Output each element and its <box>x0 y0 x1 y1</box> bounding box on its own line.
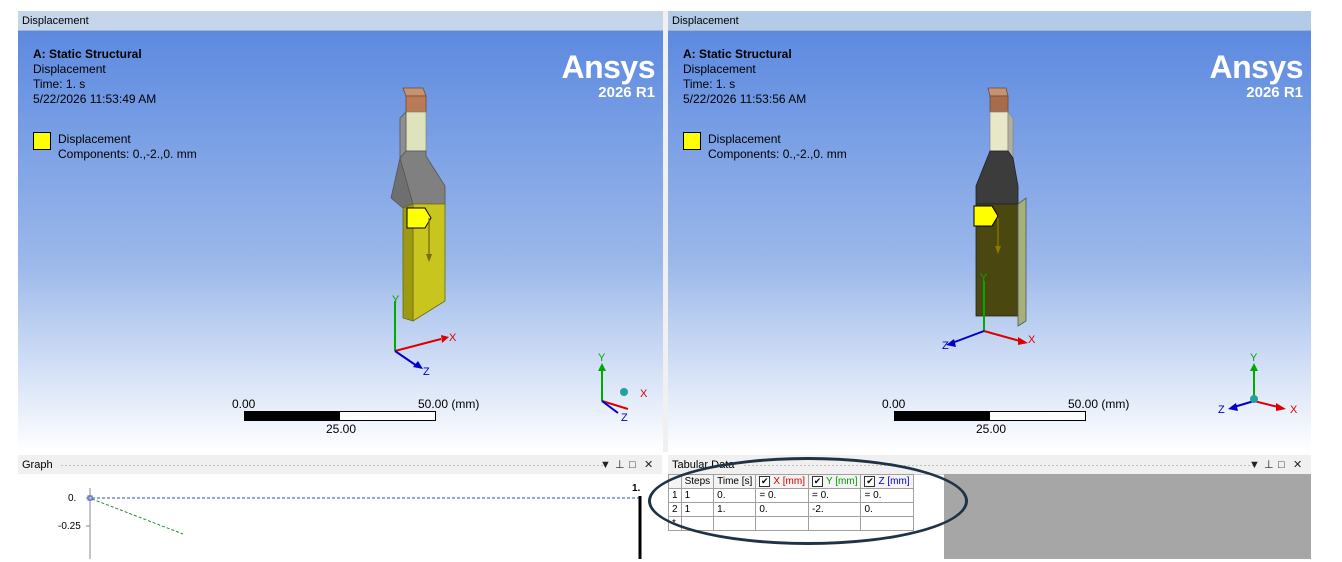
left-corner-triad[interactable]: Y X Z <box>588 353 658 423</box>
right-scale-mid: 25.00 <box>976 422 1007 436</box>
right-legend: Displacement Components: 0.,-2.,0. mm <box>708 132 847 162</box>
left-bottle-neck <box>405 111 427 152</box>
left-pane-title: Displacement <box>18 11 663 31</box>
right-corner-x-axis <box>1253 400 1279 408</box>
graph-close-icon[interactable]: ✕ <box>644 455 653 475</box>
graph-pin-icon[interactable]: ⊥ <box>615 455 625 475</box>
right-scale-bar: 0.00 50.00 (mm) 25.00 <box>882 397 1142 437</box>
left-legend-swatch <box>33 132 51 150</box>
right-corner-x-label: X <box>1290 404 1298 416</box>
left-model-y-label: Y <box>392 294 400 306</box>
left-bottle-cap-front <box>405 95 427 113</box>
right-model-z-axis <box>951 330 985 344</box>
right-info-block: A: Static Structural Displacement Time: … <box>683 47 806 107</box>
right-model-x-arrow <box>1018 337 1028 345</box>
right-model-z-label: Z <box>942 340 949 352</box>
right-graphics-viewport[interactable]: A: Static Structural Displacement Time: … <box>668 31 1311 452</box>
right-bottle-cap <box>987 87 1009 97</box>
left-result-name: Displacement <box>33 62 106 76</box>
left-corner-y-arrow <box>598 363 606 371</box>
right-corner-y-arrow <box>1250 363 1258 371</box>
left-corner-origin <box>620 388 628 396</box>
left-analysis-name: A: Static Structural <box>33 47 142 61</box>
right-legend-swatch <box>683 132 701 150</box>
tabular-close-icon[interactable]: ✕ <box>1293 455 1302 475</box>
left-scale-max: 50.00 (mm) <box>418 397 480 411</box>
left-scale-track <box>244 411 436 421</box>
right-model-x-label: X <box>1028 334 1036 346</box>
left-scale-bar: 0.00 50.00 (mm) 25.00 <box>232 397 492 437</box>
tabular-empty-area <box>944 474 1311 559</box>
right-analysis-name: A: Static Structural <box>683 47 792 61</box>
graph-plot: 0. -0.25 1. <box>58 483 642 559</box>
right-time: Time: 1. s <box>683 77 736 91</box>
right-corner-z-arrow <box>1228 403 1238 411</box>
left-legend-components: Components: 0.,-2.,0. mm <box>58 147 197 161</box>
right-corner-z-label: Z <box>1218 404 1225 416</box>
left-model-z-label: Z <box>423 366 430 378</box>
right-ansys-logo: Ansys 2026 R1 <box>1209 50 1303 101</box>
tabular-pin-icon[interactable]: ⊥ <box>1264 455 1274 475</box>
right-corner-x-arrow <box>1276 403 1286 411</box>
left-ansys-logo: Ansys 2026 R1 <box>561 50 655 101</box>
left-legend: Displacement Components: 0.,-2.,0. mm <box>58 132 197 162</box>
left-date: 5/22/2026 11:53:49 AM <box>33 92 157 106</box>
graph-y-series-line <box>91 498 184 535</box>
right-bottle-neck <box>989 111 1009 152</box>
left-model-z-axis <box>394 350 418 367</box>
right-result-name: Displacement <box>683 62 756 76</box>
graph-chart-area[interactable]: 0. -0.25 1. <box>18 474 662 559</box>
left-graphics-viewport[interactable]: A: Static Structural Displacement Time: … <box>18 31 663 452</box>
right-corner-y-label: Y <box>1250 353 1258 364</box>
right-brand-name: Ansys <box>1209 49 1303 85</box>
left-legend-label: Displacement <box>58 132 131 146</box>
left-info-block: A: Static Structural Displacement Time: … <box>33 47 156 107</box>
right-date: 5/22/2026 11:53:56 AM <box>683 92 807 106</box>
left-corner-x-label: X <box>640 388 648 400</box>
right-scale-max: 50.00 (mm) <box>1068 397 1130 411</box>
right-brand-version: 2026 R1 <box>1246 84 1303 101</box>
right-scale-min: 0.00 <box>882 397 906 411</box>
right-bottle-cap-front <box>989 95 1009 113</box>
right-bottle-neck-side <box>1007 110 1014 160</box>
right-corner-z-axis <box>1233 400 1255 408</box>
left-scale-min: 0.00 <box>232 397 256 411</box>
left-model-x-arrow <box>441 335 449 343</box>
right-bottle-shoulder <box>975 150 1019 205</box>
left-scale-mid: 25.00 <box>326 422 357 436</box>
right-legend-components: Components: 0.,-2.,0. mm <box>708 147 847 161</box>
tabular-maximize-icon[interactable]: □ <box>1278 455 1285 475</box>
left-model-x-axis <box>394 338 442 352</box>
graph-time-marker-label: 1. <box>632 483 641 494</box>
right-scale-track <box>894 411 1086 421</box>
left-viewport-pane: Displacement A: Static Structural Displa… <box>18 11 663 452</box>
right-corner-triad[interactable]: Y X Z <box>1218 353 1308 423</box>
graph-y-tick-0: 0. <box>68 493 76 504</box>
graph-y-tick-1: -0.25 <box>58 521 81 532</box>
left-corner-y-label: Y <box>598 353 606 364</box>
left-brand-version: 2026 R1 <box>598 84 655 101</box>
graph-header-grip[interactable] <box>60 464 606 467</box>
graph-maximize-icon[interactable]: □ <box>629 455 636 475</box>
tabular-dropdown-icon[interactable]: ▼ <box>1249 455 1260 475</box>
left-time: Time: 1. s <box>33 77 86 91</box>
graph-dropdown-icon[interactable]: ▼ <box>600 455 611 475</box>
right-viewport-pane: Displacement A: Static Structural Displa… <box>668 11 1311 452</box>
left-brand-name: Ansys <box>561 49 655 85</box>
right-corner-origin <box>1250 395 1258 403</box>
right-pane-title: Displacement <box>668 11 1311 31</box>
right-model-y-label: Y <box>980 272 988 284</box>
right-model-x-axis <box>983 330 1021 342</box>
right-legend-label: Displacement <box>708 132 781 146</box>
graph-panel-header: Graph ▼ ⊥ □ ✕ <box>18 455 662 475</box>
left-model-triad: Y X Z <box>392 294 457 378</box>
highlight-ellipse-annotation <box>648 457 968 545</box>
left-bottle-cap <box>402 87 427 97</box>
graph-panel-title: Graph <box>22 459 53 471</box>
right-model-triad: Y X Z <box>942 272 1036 352</box>
left-corner-z-label: Z <box>621 412 628 423</box>
left-bottle-neck-side <box>399 111 407 160</box>
left-model-x-label: X <box>449 332 457 344</box>
